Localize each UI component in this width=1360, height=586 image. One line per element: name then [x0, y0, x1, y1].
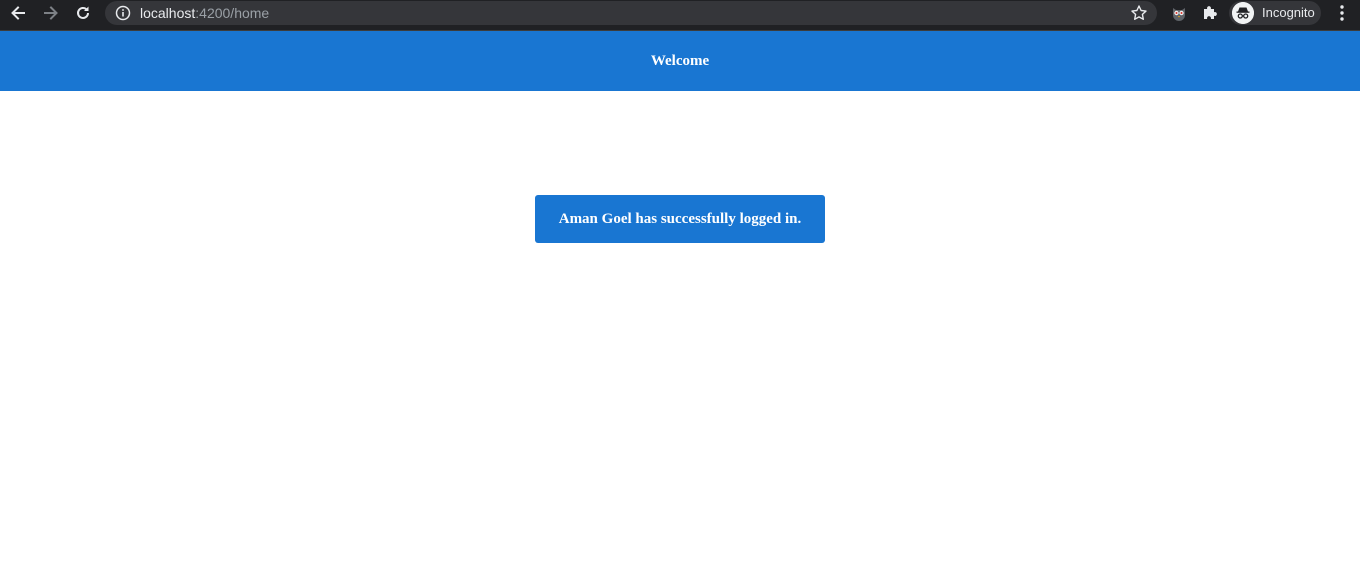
url-host: localhost [140, 5, 196, 21]
reload-button[interactable] [70, 2, 96, 24]
info-icon[interactable] [115, 5, 131, 21]
owl-extension-icon[interactable] [1169, 3, 1189, 23]
extensions-puzzle-icon[interactable] [1200, 3, 1220, 23]
app-header: Welcome [0, 31, 1360, 91]
incognito-icon [1232, 2, 1254, 24]
star-icon[interactable] [1130, 4, 1148, 22]
reload-icon [77, 6, 89, 19]
main-content: Aman Goel has successfully logged in. [0, 91, 1360, 586]
login-success-banner: Aman Goel has successfully logged in. [535, 195, 825, 243]
kebab-menu-icon[interactable] [1333, 3, 1351, 23]
back-button[interactable] [5, 2, 31, 24]
url-text[interactable]: localhost:4200/home [140, 5, 269, 21]
arrow-right-icon [44, 6, 58, 20]
incognito-profile-button[interactable]: Incognito [1229, 1, 1321, 25]
incognito-label: Incognito [1262, 5, 1315, 20]
arrow-left-icon [11, 6, 25, 20]
url-path: :4200/home [195, 5, 270, 21]
login-success-message: Aman Goel has successfully logged in. [558, 210, 802, 227]
forward-button[interactable] [38, 2, 64, 24]
address-bar[interactable]: localhost:4200/home [105, 1, 1157, 25]
page-title: Welcome [650, 52, 710, 69]
browser-toolbar: localhost:4200/home Incognito [0, 0, 1360, 31]
